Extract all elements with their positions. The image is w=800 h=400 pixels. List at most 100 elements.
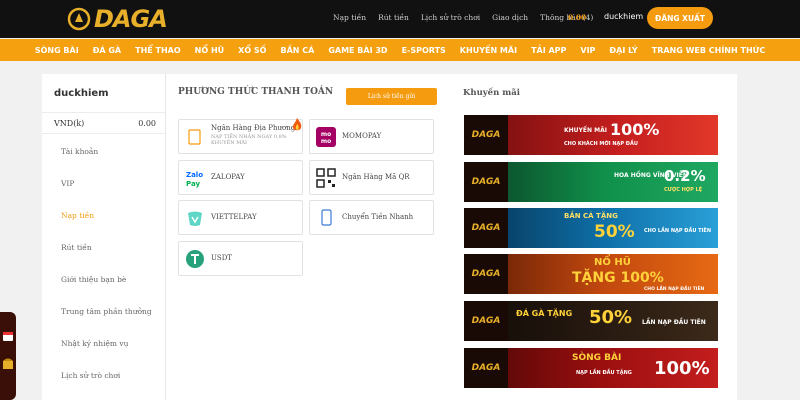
svg-text:mo: mo (321, 138, 331, 145)
method-label: Ngân Hàng Mã QR (342, 173, 410, 181)
account-sidebar: duckhiem VND(k) 0.00 Tài khoản VIP Nạp t… (42, 74, 166, 400)
nav-item-official-site[interactable]: TRANG WEB CHÍNH THỨC (652, 46, 765, 55)
svg-text:Zalo: Zalo (186, 171, 203, 179)
method-fast-transfer[interactable]: Chuyển Tiền Nhanh (309, 200, 434, 235)
promotions-panel: Khuyến mãi DAGA KHUYẾN MÃI 100% CHO KHÁC… (450, 74, 737, 400)
nav-item-esports[interactable]: E-SPORTS (402, 46, 446, 55)
sidebar-item-referral[interactable]: Giới thiệu bạn bè (61, 275, 126, 284)
zalopay-icon: ZaloPay (186, 171, 203, 188)
method-label: MOMOPAY (342, 132, 382, 140)
promo-banner[interactable]: DAGA KHUYẾN MÃI 100% CHO KHÁCH MỚI NẠP Đ… (464, 115, 718, 155)
nav-item-casino[interactable]: SÒNG BÀI (35, 46, 79, 55)
phone-icon (321, 209, 332, 226)
top-bar: DAGA Nạp tiền Rút tiền Lịch sử trò chơi … (0, 0, 800, 38)
top-link-withdraw[interactable]: Rút tiền (378, 13, 409, 22)
promo-line1: BẮN CÁ TẶNG (564, 212, 618, 220)
momo-icon: momo (316, 127, 336, 147)
fire-icon (292, 118, 302, 131)
payment-panel: PHƯƠNG THỨC THANH TOÁN Lịch sử tiền gửi … (166, 74, 450, 400)
promo-line1: KHUYẾN MÃI (564, 127, 607, 134)
usdt-icon (186, 250, 204, 268)
nav-item-fishing[interactable]: BẮN CÁ (280, 46, 314, 55)
method-viettelpay[interactable]: VIETTELPAY (178, 200, 303, 235)
promo-line1: SÒNG BÀI (572, 353, 622, 363)
method-label: USDT (211, 254, 232, 262)
svg-text:Pay: Pay (186, 180, 200, 188)
promo-big: TẶNG 100% (572, 270, 664, 286)
promo-big: 100% (654, 358, 710, 379)
sidebar-item-game-history[interactable]: Lịch sử trò chơi (61, 371, 120, 380)
promo-line2: CHO LẦN NẠP ĐẦU TIÊN (644, 287, 705, 292)
nav-item-lottery[interactable]: XỔ SỐ (238, 46, 266, 55)
nav-item-cockfight[interactable]: ĐÁ GÀ (93, 46, 121, 55)
method-zalopay[interactable]: Zalo Pay ZALOPAY (178, 160, 303, 195)
calendar-icon (3, 332, 13, 341)
nav-item-vip[interactable]: VIP (580, 46, 595, 55)
promo-banner[interactable]: DAGA BẮN CÁ TẶNG 50% CHO LẦN NẠP ĐẦU TIÊ… (464, 208, 718, 248)
daga-logo-icon: DAGA (464, 115, 508, 155)
viettelpay-icon (188, 211, 202, 226)
sidebar-item-account[interactable]: Tài khoản (61, 147, 98, 156)
daga-logo-icon: DAGA (464, 162, 508, 202)
qr-code-icon (316, 168, 336, 188)
promo-big: 50% (594, 222, 635, 242)
promo-big: 0.2% (664, 167, 706, 185)
promo-big: 100% (610, 120, 660, 139)
daga-logo-icon: DAGA (464, 348, 508, 388)
method-label: ZALOPAY (211, 173, 245, 181)
nav-item-agency[interactable]: ĐẠI LÝ (609, 46, 637, 55)
site-logo[interactable]: DAGA (66, 5, 168, 33)
promo-banner[interactable]: DAGA HOA HỒNG VĨNH VIỄN 0.2% CƯỢC HỢP LỆ (464, 162, 718, 202)
logo-text: DAGA (94, 5, 168, 33)
header-username[interactable]: duckhiem (604, 12, 643, 21)
nav-item-download-app[interactable]: TẢI APP (531, 46, 566, 55)
promo-line2: CHO KHÁCH MỚI NẠP ĐẦU (564, 141, 638, 147)
method-label: Chuyển Tiền Nhanh (342, 213, 414, 221)
svg-text:mo: mo (321, 131, 331, 138)
daga-logo-icon: DAGA (464, 254, 508, 294)
sidebar-username: duckhiem (54, 88, 109, 99)
promo-line2: CHO LẦN NẠP ĐẦU TIÊN (644, 228, 712, 234)
promo-banner[interactable]: DAGA NỔ HŨ TẶNG 100% CHO LẦN NẠP ĐẦU TIÊ… (464, 254, 718, 294)
sidebar-item-withdraw[interactable]: Rút tiền (61, 243, 92, 252)
top-link-transactions[interactable]: Giao dịch (492, 13, 528, 22)
promo-banner[interactable]: DAGA SÒNG BÀI NẠP LẦN ĐẦU TẶNG 100% (464, 348, 718, 388)
top-links: Nạp tiền Rút tiền Lịch sử trò chơi Giao … (333, 13, 605, 22)
main-nav: SÒNG BÀI ĐÁ GÀ THỂ THAO NỔ HŨ XỔ SỐ BẮN … (0, 39, 800, 61)
promo-line1: NỔ HŨ (594, 257, 631, 268)
nav-item-slots[interactable]: NỔ HŨ (195, 46, 224, 55)
currency-label: VND(k) (54, 119, 85, 128)
promo-line2: CƯỢC HỢP LỆ (664, 187, 703, 193)
sidebar-item-vip[interactable]: VIP (61, 179, 74, 188)
header-balance: 0.00 (568, 13, 587, 22)
method-usdt[interactable]: USDT (178, 241, 303, 276)
top-link-deposit[interactable]: Nạp tiền (333, 13, 366, 22)
promo-line2: LẦN NẠP ĐẦU TIÊN (642, 319, 706, 326)
nav-item-sports[interactable]: THỂ THAO (135, 46, 181, 55)
sidebar-item-missions[interactable]: Nhật ký nhiệm vụ (61, 339, 129, 348)
promo-line1: ĐÁ GÀ TẶNG (516, 309, 573, 318)
promo-big: 50% (589, 307, 633, 328)
rooster-logo-icon (67, 7, 91, 31)
sidebar-item-rewards[interactable]: Trung tâm phần thưởng (61, 307, 152, 316)
bank-card-icon (188, 129, 201, 145)
daga-logo-icon: DAGA (464, 208, 508, 248)
nav-item-promotions[interactable]: KHUYẾN MÃI (460, 46, 517, 55)
method-qr-bank[interactable]: Ngân Hàng Mã QR (309, 160, 434, 195)
promo-line2: NẠP LẦN ĐẦU TẶNG (576, 370, 632, 376)
promotions-title: Khuyến mãi (463, 88, 520, 98)
promo-banner[interactable]: DAGA ĐÁ GÀ TẶNG 50% LẦN NẠP ĐẦU TIÊN (464, 301, 718, 341)
floating-side-widget[interactable] (0, 312, 16, 400)
treasure-icon (3, 358, 13, 369)
method-sub: NẠP TIỀN NHẬN NGAY 0.8% KHUYẾN MÃI (211, 134, 287, 146)
top-link-game-history[interactable]: Lịch sử trò chơi (421, 13, 480, 22)
method-momopay[interactable]: mo mo MOMOPAY (309, 119, 434, 154)
deposit-history-button[interactable]: Lịch sử tiền gửi (346, 88, 437, 105)
method-label: VIETTELPAY (211, 213, 257, 221)
method-label: Ngân Hàng Địa Phương (211, 124, 296, 132)
sidebar-item-deposit[interactable]: Nạp tiền (61, 211, 94, 220)
logout-button[interactable]: ĐĂNG XUẤT (647, 7, 713, 29)
nav-item-3d-cards[interactable]: GAME BÀI 3D (328, 46, 387, 55)
daga-logo-icon: DAGA (464, 301, 508, 341)
method-local-bank[interactable]: Ngân Hàng Địa Phương NẠP TIỀN NHẬN NGAY … (178, 118, 303, 154)
